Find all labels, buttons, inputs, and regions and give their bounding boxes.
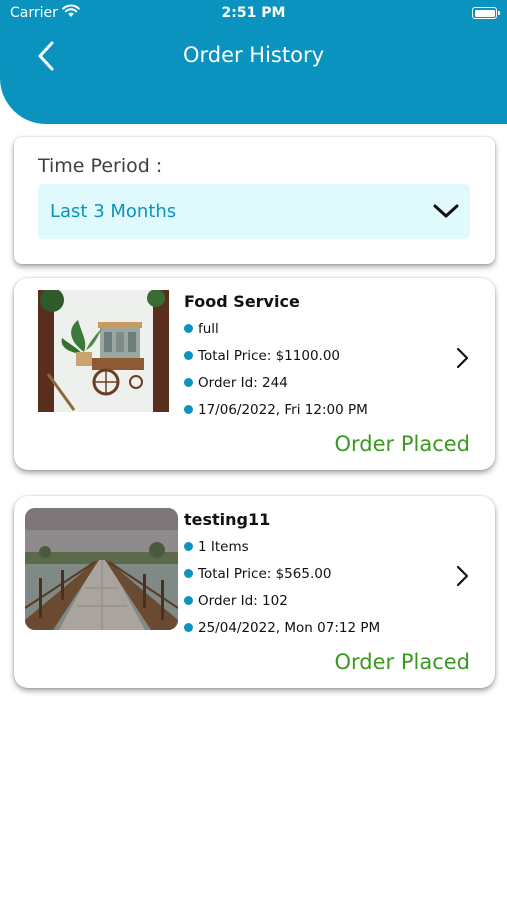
battery-icon xyxy=(472,7,500,19)
order-detail-row: Order Id: 102 xyxy=(184,593,288,609)
order-date: 25/04/2022, Mon 07:12 PM xyxy=(198,620,381,636)
order-card[interactable]: testing11 1 Items Total Price: $565.00 O… xyxy=(14,496,495,688)
order-status: Order Placed xyxy=(334,650,470,674)
status-bar: Carrier 2:51 PM xyxy=(0,0,507,28)
order-id: Order Id: 244 xyxy=(198,375,288,391)
bullet-dot-icon xyxy=(184,351,193,360)
order-detail-row: 25/04/2022, Mon 07:12 PM xyxy=(184,620,380,636)
chevron-right-icon[interactable] xyxy=(454,564,470,588)
order-detail-row: Total Price: $1100.00 xyxy=(184,348,340,364)
order-status: Order Placed xyxy=(334,432,470,456)
order-total-price: Total Price: $565.00 xyxy=(198,566,332,582)
time-period-card: Time Period : Last 3 Months xyxy=(14,137,495,264)
order-total-price: Total Price: $1100.00 xyxy=(198,348,341,364)
bullet-dot-icon xyxy=(184,623,193,632)
order-detail-row: 17/06/2022, Fri 12:00 PM xyxy=(184,402,368,418)
header-bar: Carrier 2:51 PM Order History xyxy=(0,0,507,124)
order-detail-row: full xyxy=(184,321,219,337)
order-id: Order Id: 102 xyxy=(198,593,288,609)
order-history-screen: Carrier 2:51 PM Order History Time Perio… xyxy=(0,0,507,900)
bullet-dot-icon xyxy=(184,378,193,387)
order-detail-row: Order Id: 244 xyxy=(184,375,288,391)
time-period-label: Time Period : xyxy=(38,155,163,177)
order-title: Food Service xyxy=(184,292,300,311)
order-date: 17/06/2022, Fri 12:00 PM xyxy=(198,402,368,418)
bullet-dot-icon xyxy=(184,324,193,333)
bullet-dot-icon xyxy=(184,405,193,414)
page-title: Order History xyxy=(182,43,325,67)
order-image-boardwalk xyxy=(25,508,178,630)
chevron-down-icon xyxy=(433,204,459,218)
order-items: full xyxy=(198,321,219,337)
chevron-right-icon[interactable] xyxy=(454,346,470,370)
order-title: testing11 xyxy=(184,510,271,529)
order-image-food-cart xyxy=(38,290,169,412)
bullet-dot-icon xyxy=(184,542,193,551)
order-items: 1 Items xyxy=(198,539,249,555)
status-time: 2:51 PM xyxy=(221,5,286,21)
order-detail-row: Total Price: $565.00 xyxy=(184,566,331,582)
bullet-dot-icon xyxy=(184,596,193,605)
bullet-dot-icon xyxy=(184,569,193,578)
order-card[interactable]: Food Service full Total Price: $1100.00 … xyxy=(14,278,495,470)
order-detail-row: 1 Items xyxy=(184,539,249,555)
time-period-dropdown[interactable]: Last 3 Months xyxy=(38,184,470,239)
time-period-selected-value: Last 3 Months xyxy=(50,201,177,222)
